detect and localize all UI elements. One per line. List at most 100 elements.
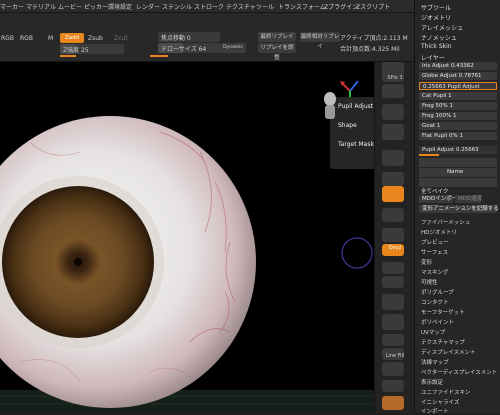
focal-shift-slider[interactable]: 焦点移動 0 bbox=[158, 32, 220, 42]
last-relative-replay-button[interactable]: 最終相対リプレイ bbox=[300, 32, 340, 50]
m-button[interactable]: M bbox=[48, 35, 53, 42]
layer-row[interactable]: Frog 100% 1 bbox=[419, 112, 497, 120]
rotate-y-icon[interactable] bbox=[382, 262, 404, 274]
texture-map-menu[interactable]: テクスチャマップ bbox=[421, 338, 465, 346]
draw-size-slider[interactable]: ドローサイズ 64 bbox=[158, 43, 220, 53]
menu-item[interactable]: Zスクリプト bbox=[356, 2, 390, 11]
layer-row-selected[interactable]: 0.25663 Pupil Adjust bbox=[419, 82, 497, 90]
uv-map-menu[interactable]: UVマップ bbox=[421, 328, 445, 336]
layer-row[interactable]: Cat Pupil 1 bbox=[419, 92, 497, 100]
preview-menu[interactable]: プレビュー bbox=[421, 238, 449, 246]
z-intensity-indicator bbox=[60, 55, 76, 57]
rotate-icon[interactable] bbox=[382, 150, 404, 166]
spix-label: SPix 3 bbox=[387, 75, 403, 81]
rotate-z-icon[interactable] bbox=[382, 276, 404, 288]
xpose-icon[interactable] bbox=[382, 208, 404, 222]
scale-icon[interactable] bbox=[382, 124, 404, 140]
menu-item[interactable]: トランスフォーム bbox=[278, 2, 326, 11]
polygroups-menu[interactable]: ポリグループ bbox=[421, 288, 454, 296]
layer-row[interactable]: Iris Adjust 0.43362 bbox=[419, 62, 497, 70]
layer-row[interactable]: Frog 50% 1 bbox=[419, 102, 497, 110]
geometry-menu[interactable]: ジオメトリ bbox=[421, 13, 451, 22]
menu-item[interactable]: マテリアル bbox=[26, 2, 56, 11]
zsub-button[interactable]: Zsub bbox=[88, 35, 103, 42]
masking-menu[interactable]: マスキング bbox=[421, 268, 448, 276]
zoom-icon[interactable] bbox=[382, 84, 404, 98]
surface-menu[interactable]: サーフェス bbox=[421, 248, 448, 256]
zadd-button[interactable]: Zadd bbox=[60, 33, 84, 43]
normal-map-menu[interactable]: 法線マップ bbox=[421, 358, 449, 366]
line-fill-label: Line Fill bbox=[385, 353, 405, 359]
display-properties-menu[interactable]: 表示設定 bbox=[421, 378, 443, 386]
vector-displacement-menu[interactable]: ベクターディスプレイスメント bbox=[421, 368, 497, 376]
transp-icon[interactable] bbox=[382, 294, 404, 310]
right-shelf: SPix 3 Qxyz Line Fill bbox=[374, 62, 415, 413]
material-icon[interactable] bbox=[382, 396, 404, 410]
lock-icon[interactable] bbox=[382, 380, 404, 392]
pupil-adjust-slider[interactable]: Pupil Adjust 0.25663 bbox=[419, 146, 497, 154]
morph-target-menu[interactable]: モーフターゲット bbox=[421, 308, 465, 316]
frame-icon[interactable] bbox=[382, 172, 404, 186]
subtool-menu[interactable]: サブツール bbox=[421, 3, 451, 12]
displacement-map-menu[interactable]: ディスプレイスメント bbox=[421, 348, 475, 356]
menu-item[interactable]: 環境設定 bbox=[108, 2, 132, 11]
bake-all-button[interactable]: 全てベイク bbox=[421, 187, 448, 195]
solo-icon[interactable] bbox=[382, 334, 404, 346]
viewport-canvas[interactable] bbox=[0, 62, 374, 413]
polypaint-menu[interactable]: ポリペイント bbox=[421, 318, 454, 326]
pupil-adjust-indicator bbox=[419, 154, 439, 156]
layer-row[interactable]: Goat 1 bbox=[419, 122, 497, 130]
initialize-menu[interactable]: イニシャライズ bbox=[421, 398, 459, 406]
layer-row[interactable]: Flat Pupil 0% 1 bbox=[419, 132, 497, 140]
move-icon[interactable] bbox=[382, 104, 404, 120]
layers-menu[interactable]: レイヤー bbox=[421, 53, 445, 62]
brush-cursor bbox=[341, 237, 373, 269]
active-points-readout: アクティブ頂点:2.113 M bbox=[340, 35, 408, 42]
nanomesh-menu[interactable]: ナノメッシュ bbox=[421, 33, 457, 42]
ghost-icon[interactable] bbox=[382, 314, 404, 330]
tool-panel: サブツール ジオメトリ アレイメッシュ ナノメッシュ Thick Skin レイ… bbox=[414, 0, 500, 415]
dynamic-button[interactable]: Dynamic bbox=[220, 43, 246, 53]
focal-shift-label: 焦点移動 0 bbox=[161, 35, 191, 42]
z-intensity-slider[interactable]: Z強度 25 bbox=[60, 44, 124, 54]
layer-row[interactable]: Globe Adjust 0.78761 bbox=[419, 72, 497, 80]
active-tool-icon[interactable] bbox=[382, 186, 404, 202]
floor-icon[interactable] bbox=[382, 228, 404, 242]
rgb-mode-button[interactable]: RGB bbox=[20, 35, 33, 42]
mdd-import-button[interactable]: MDDインポート bbox=[419, 195, 463, 203]
layer-arrow-row[interactable] bbox=[419, 158, 497, 167]
contact-menu[interactable]: コンタクト bbox=[421, 298, 449, 306]
thickskin-menu[interactable]: Thick Skin bbox=[421, 43, 452, 50]
zcut-button[interactable]: Zcut bbox=[114, 35, 128, 42]
menu-item[interactable]: マーカー bbox=[0, 2, 24, 11]
visibility-menu[interactable]: 可視性 bbox=[421, 278, 438, 286]
xyz-label: Qxyz bbox=[388, 245, 402, 251]
menu-item[interactable]: ピッカー bbox=[84, 2, 108, 11]
rgb-toggle[interactable]: RGB bbox=[1, 35, 14, 42]
mdd-speed-slider[interactable]: MDD速度 bbox=[455, 195, 482, 203]
menu-item[interactable]: レンダー bbox=[136, 2, 160, 11]
menu-bar: マーカー マテリアル ムービー ピッカー 環境設定 レンダー ステンシル ストロ… bbox=[0, 0, 418, 13]
last-replay-button[interactable]: 最終リプレイ bbox=[258, 32, 296, 42]
menu-item[interactable]: ストローク bbox=[194, 2, 224, 11]
name-row[interactable]: Name bbox=[419, 168, 497, 177]
popup-shape-item[interactable]: Shape bbox=[338, 122, 357, 129]
name-button[interactable]: Name bbox=[447, 168, 463, 176]
z-intensity-label: Z強度 25 bbox=[63, 47, 89, 54]
deformation-menu[interactable]: 変形 bbox=[421, 258, 432, 266]
menu-item[interactable]: ツール bbox=[256, 2, 274, 11]
record-animation-button[interactable]: 変形アニメーションを記録する bbox=[419, 205, 499, 213]
brush-toolbar: RGB RGB M Zadd Zsub Zcut Z強度 25 焦点移動 0 ド… bbox=[0, 13, 418, 62]
menu-item[interactable]: テクスチャ bbox=[226, 2, 256, 11]
hd-geometry-menu[interactable]: HDジオメトリ bbox=[421, 228, 457, 236]
import-menu[interactable]: インポート bbox=[421, 407, 449, 415]
replay-adjust-button[interactable]: リプレイを調整 bbox=[258, 43, 296, 61]
unified-skin-menu[interactable]: ユニファイドスキン bbox=[421, 388, 470, 396]
menu-item[interactable]: Zプラグイン bbox=[324, 2, 358, 11]
menu-item[interactable]: ムービー bbox=[58, 2, 82, 11]
layer-ops-row[interactable] bbox=[419, 178, 497, 187]
fibermesh-menu[interactable]: ファイバーメッシュ bbox=[421, 218, 470, 226]
menu-item[interactable]: ステンシル bbox=[162, 2, 192, 11]
arraymesh-menu[interactable]: アレイメッシュ bbox=[421, 23, 463, 32]
grid-icon[interactable] bbox=[382, 362, 404, 376]
